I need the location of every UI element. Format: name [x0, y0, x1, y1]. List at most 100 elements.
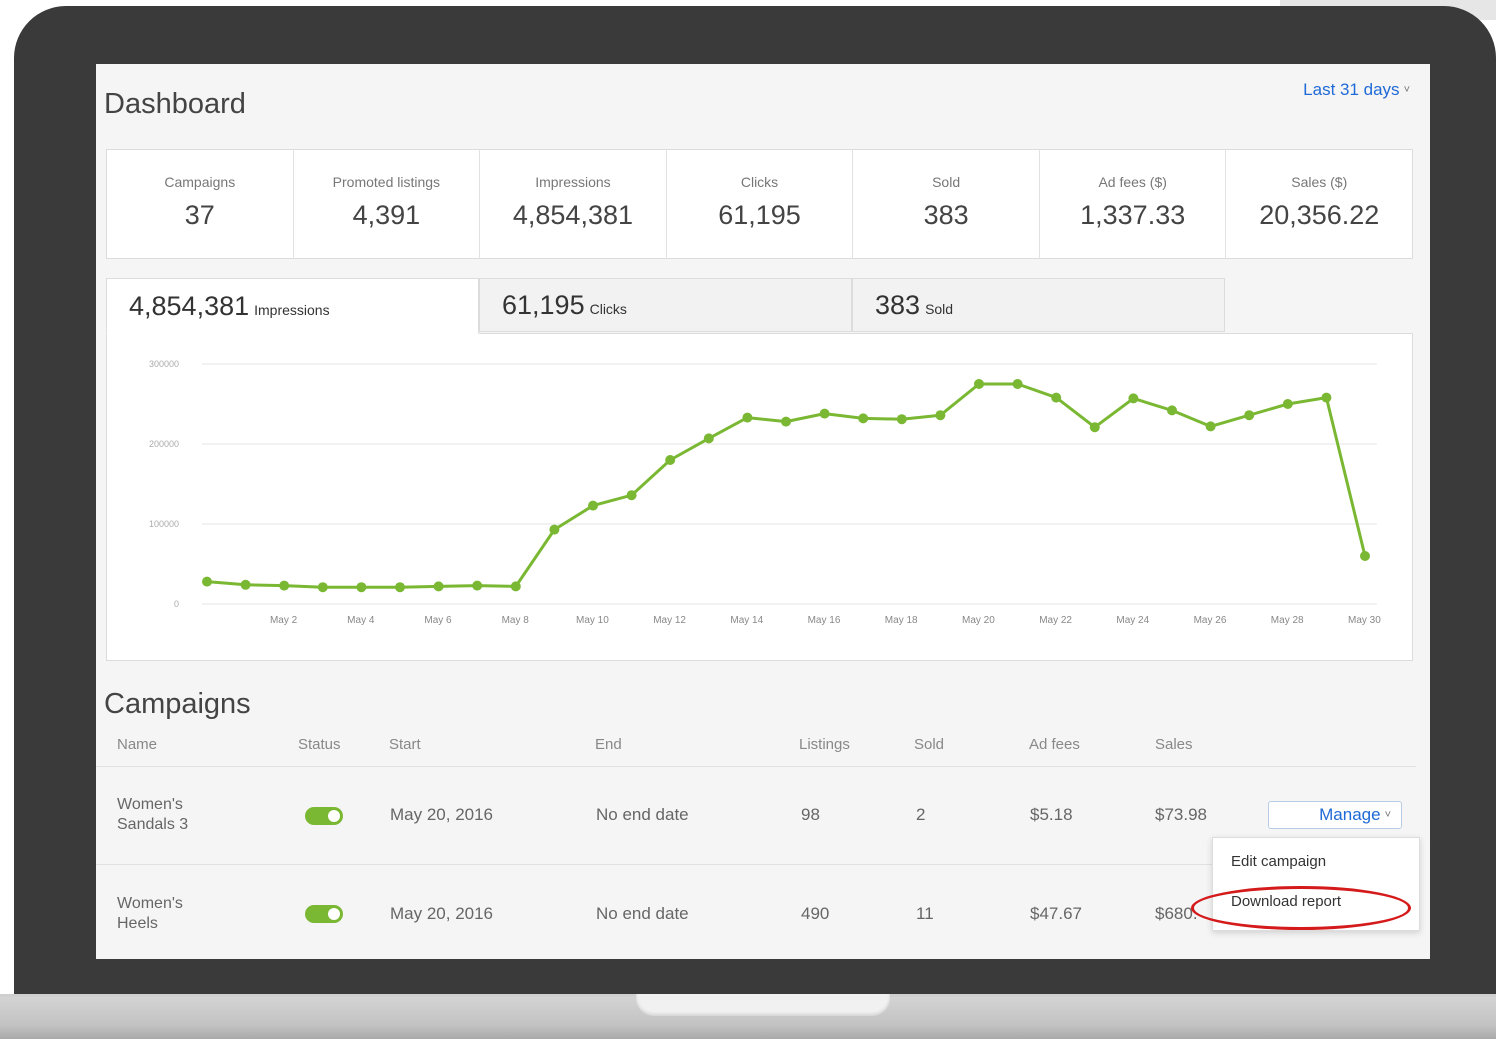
- x-tick-label: May 4: [347, 615, 375, 626]
- tab-sold[interactable]: 383 Sold: [852, 278, 1225, 332]
- data-point: [858, 413, 869, 424]
- stat-value: 20,356.22: [1259, 200, 1380, 230]
- column-header-sales[interactable]: Sales: [1155, 736, 1193, 753]
- stat-value: 4,854,381: [512, 200, 633, 230]
- stat-campaigns: Campaigns 37: [107, 150, 294, 258]
- campaign-name[interactable]: Women's Sandals 3: [117, 795, 188, 835]
- column-header-ad-fees[interactable]: Ad fees: [1029, 736, 1080, 753]
- data-point: [472, 580, 483, 591]
- stat-label: Ad fees ($): [1098, 174, 1167, 190]
- data-point: [665, 455, 676, 465]
- tab-value: 61,195: [502, 289, 585, 320]
- stat-clicks: Clicks 61,195: [667, 150, 854, 258]
- page-title: Dashboard: [104, 88, 246, 120]
- tab-unit: Clicks: [589, 301, 627, 317]
- campaign-name-line: Women's: [117, 895, 183, 912]
- data-point: [1051, 392, 1062, 403]
- manage-label: Manage: [1319, 805, 1381, 824]
- y-tick-label: 100000: [149, 519, 179, 529]
- tab-clicks[interactable]: 61,195 Clicks: [479, 278, 852, 332]
- stat-label: Campaigns: [164, 174, 236, 190]
- campaign-name-line: Women's: [117, 796, 183, 813]
- data-point: [1128, 393, 1139, 404]
- data-point: [781, 416, 791, 427]
- end-date: No end date: [596, 904, 689, 923]
- data-point: [433, 581, 444, 592]
- column-header-start[interactable]: Start: [389, 736, 421, 753]
- data-point: [1244, 410, 1255, 421]
- data-point: [626, 490, 637, 501]
- x-tick-label: May 12: [653, 615, 686, 626]
- tab-impressions[interactable]: 4,854,381 Impressions: [106, 278, 479, 334]
- stat-label: Sales ($): [1291, 174, 1348, 190]
- data-point: [317, 582, 328, 593]
- listings-count: 98: [801, 805, 820, 824]
- data-point: [1321, 392, 1332, 403]
- column-header-sold[interactable]: Sold: [914, 736, 944, 753]
- column-header-status[interactable]: Status: [298, 736, 341, 753]
- date-range-dropdown[interactable]: Last 31 days ˅: [1303, 80, 1410, 100]
- data-point: [935, 410, 946, 421]
- x-tick-label: May 26: [1194, 615, 1227, 626]
- stat-label: Sold: [932, 174, 961, 190]
- x-tick-label: May 8: [502, 615, 530, 626]
- data-point: [279, 580, 290, 591]
- stat-promoted-listings: Promoted listings 4,391: [294, 150, 481, 258]
- data-point: [896, 414, 907, 425]
- column-header-listings[interactable]: Listings: [799, 736, 850, 753]
- tab-unit: Impressions: [254, 302, 330, 318]
- data-point: [742, 412, 753, 423]
- stat-label: Promoted listings: [332, 174, 441, 190]
- data-point: [1012, 379, 1023, 389]
- x-tick-label: May 16: [808, 615, 841, 626]
- screen: Dashboard Last 31 days ˅ Campaigns 37 Prom…: [96, 64, 1430, 959]
- x-tick-label: May 24: [1116, 615, 1149, 626]
- y-tick-label: 300000: [149, 359, 179, 369]
- data-point: [819, 408, 830, 419]
- laptop-hinge: [636, 994, 890, 1016]
- data-point: [1360, 551, 1370, 561]
- chevron-down-icon: ˅: [1403, 84, 1410, 96]
- data-point: [549, 524, 560, 535]
- stat-ad-fees: Ad fees ($) 1,337.33: [1040, 150, 1227, 258]
- data-point: [240, 579, 251, 590]
- x-tick-label: May 14: [730, 615, 763, 626]
- column-header-name[interactable]: Name: [117, 736, 157, 753]
- sales: $73.98: [1155, 805, 1207, 824]
- data-point: [202, 576, 212, 587]
- data-point: [1205, 421, 1216, 432]
- data-point: [1167, 405, 1177, 416]
- status-toggle[interactable]: [305, 905, 343, 923]
- listings-count: 490: [801, 904, 830, 923]
- manage-button[interactable]: Manage ˅: [1268, 801, 1402, 829]
- x-tick-label: May 28: [1271, 615, 1304, 626]
- x-tick-label: May 10: [576, 615, 609, 626]
- ad-fees: $47.67: [1030, 904, 1082, 923]
- data-point: [974, 379, 984, 389]
- stat-value: 61,195: [718, 200, 801, 230]
- status-toggle[interactable]: [305, 807, 343, 825]
- column-header-end[interactable]: End: [595, 736, 622, 753]
- highlight-circle: [1191, 886, 1411, 930]
- x-tick-label: May 6: [424, 615, 452, 626]
- sold-count: 2: [916, 805, 926, 824]
- data-point: [588, 500, 598, 511]
- end-date: No end date: [596, 805, 689, 824]
- x-tick-label: May 18: [885, 615, 918, 626]
- campaign-name[interactable]: Women's Heels: [117, 894, 183, 934]
- stat-sold: Sold 383: [853, 150, 1040, 258]
- start-date: May 20, 2016: [390, 904, 494, 923]
- data-point: [356, 582, 367, 593]
- campaign-name-line: Heels: [117, 915, 158, 932]
- data-point: [1089, 422, 1100, 433]
- y-tick-label: 0: [174, 599, 179, 609]
- stat-value: 1,337.33: [1080, 200, 1186, 230]
- x-tick-label: May 20: [962, 615, 995, 626]
- metric-tabs: 4,854,381 Impressions 61,195 Clicks 383 Sol…: [106, 278, 1226, 334]
- menu-item-edit-campaign[interactable]: Edit campaign: [1231, 853, 1326, 870]
- sold-count: 11: [916, 904, 934, 923]
- series-line: [206, 382, 1367, 589]
- data-point: [510, 581, 521, 592]
- stat-sales: Sales ($) 20,356.22: [1226, 150, 1412, 258]
- impressions-chart: 0 100000 200000 300000 May 2 May 4 May 6 May 8 M…: [106, 333, 1413, 661]
